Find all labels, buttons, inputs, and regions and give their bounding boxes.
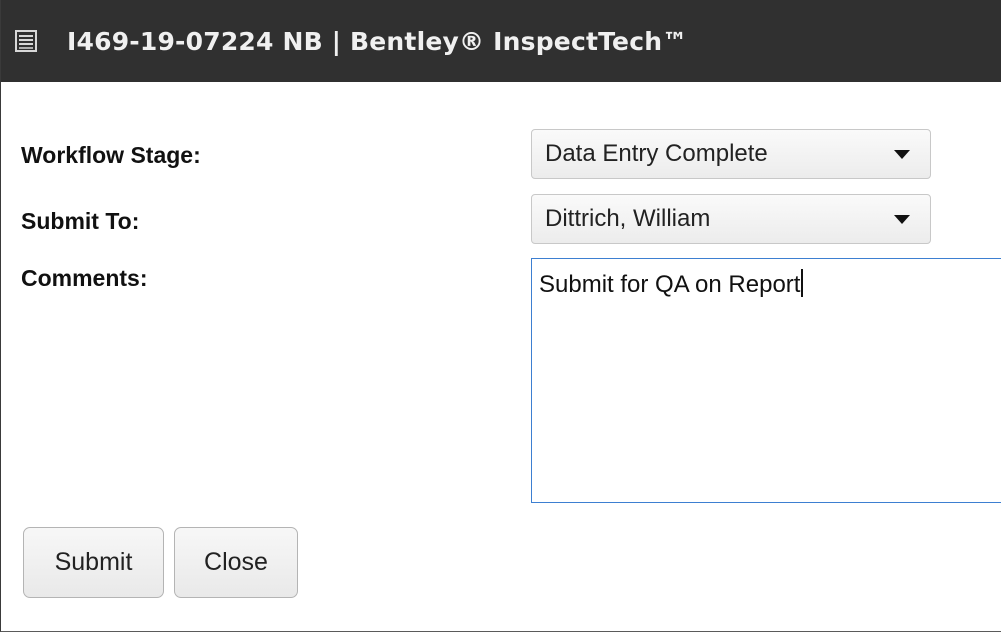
text-cursor xyxy=(801,269,804,297)
comments-text: Submit for QA on Report xyxy=(539,271,801,298)
submit-button[interactable]: Submit xyxy=(23,527,164,598)
document-list-icon xyxy=(15,30,37,52)
comments-textarea[interactable]: Submit for QA on Report xyxy=(531,258,1001,503)
chevron-down-icon xyxy=(888,209,916,229)
workflow-stage-value: Data Entry Complete xyxy=(545,140,768,167)
chevron-down-icon xyxy=(888,144,916,164)
submit-to-label: Submit To: xyxy=(21,208,140,234)
comments-label: Comments: xyxy=(21,265,148,291)
submit-to-value: Dittrich, William xyxy=(545,205,711,232)
close-button[interactable]: Close xyxy=(174,527,298,598)
window-title: I469-19-07224 NB | Bentley® InspectTech™ xyxy=(67,26,688,56)
workflow-stage-select[interactable]: Data Entry Complete xyxy=(531,129,931,179)
submit-to-select[interactable]: Dittrich, William xyxy=(531,194,931,244)
workflow-stage-label: Workflow Stage: xyxy=(21,142,201,168)
workflow-dialog: I469-19-07224 NB | Bentley® InspectTech™… xyxy=(0,0,1001,632)
title-bar: I469-19-07224 NB | Bentley® InspectTech™ xyxy=(1,0,1001,82)
